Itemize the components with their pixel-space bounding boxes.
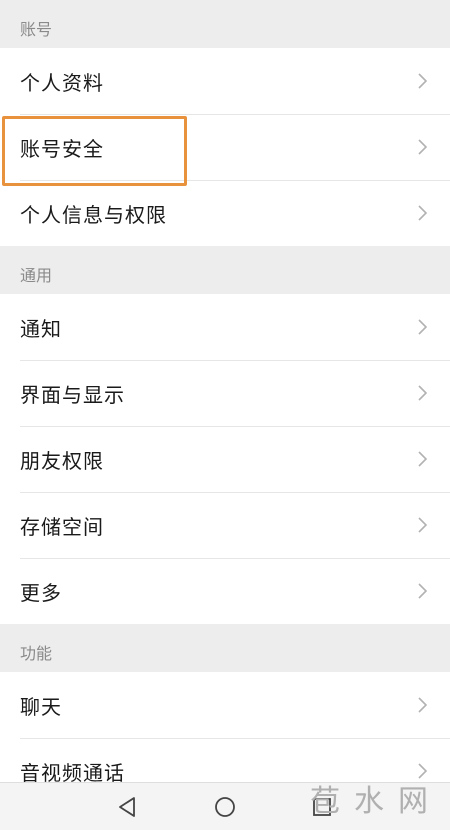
android-nav-bar: 苞水网	[0, 782, 450, 830]
chevron-right-icon	[418, 73, 428, 89]
row-more[interactable]: 更多	[0, 558, 450, 624]
back-triangle-icon[interactable]	[114, 793, 142, 821]
row-display[interactable]: 界面与显示	[0, 360, 450, 426]
chevron-right-icon	[418, 205, 428, 221]
row-label: 通知	[20, 316, 62, 341]
row-personal-info-permissions[interactable]: 个人信息与权限	[0, 180, 450, 246]
chevron-right-icon	[418, 451, 428, 467]
section-header-features: 功能	[20, 644, 53, 663]
row-label: 界面与显示	[20, 382, 125, 407]
section-header-general: 通用	[20, 266, 53, 285]
row-label: 朋友权限	[20, 448, 104, 473]
chevron-right-icon	[418, 697, 428, 713]
row-label: 存储空间	[20, 514, 104, 539]
row-label: 更多	[20, 580, 62, 605]
chevron-right-icon	[418, 139, 428, 155]
row-label: 聊天	[20, 694, 62, 719]
row-label: 账号安全	[20, 136, 104, 161]
home-circle-icon[interactable]	[211, 793, 239, 821]
row-profile[interactable]: 个人资料	[0, 48, 450, 114]
watermark-logo: 苞水网	[310, 784, 442, 819]
general-group: 通知 界面与显示 朋友权限 存储空间 更多	[0, 294, 450, 624]
row-friend-permissions[interactable]: 朋友权限	[0, 426, 450, 492]
row-notifications[interactable]: 通知	[0, 294, 450, 360]
chevron-right-icon	[418, 517, 428, 533]
row-storage[interactable]: 存储空间	[0, 492, 450, 558]
account-group: 个人资料 账号安全 个人信息与权限	[0, 48, 450, 246]
section-header-account: 账号	[20, 20, 53, 39]
chevron-right-icon	[418, 583, 428, 599]
chevron-right-icon	[418, 319, 428, 335]
row-chat[interactable]: 聊天	[0, 672, 450, 738]
row-label: 个人资料	[20, 70, 104, 95]
row-account-security[interactable]: 账号安全	[0, 114, 450, 180]
row-label: 个人信息与权限	[20, 202, 167, 227]
chevron-right-icon	[418, 385, 428, 401]
settings-list: 账号 个人资料 账号安全 个人信息与权限 通用 通知 界面与显示 朋友权限 存储…	[0, 0, 450, 804]
